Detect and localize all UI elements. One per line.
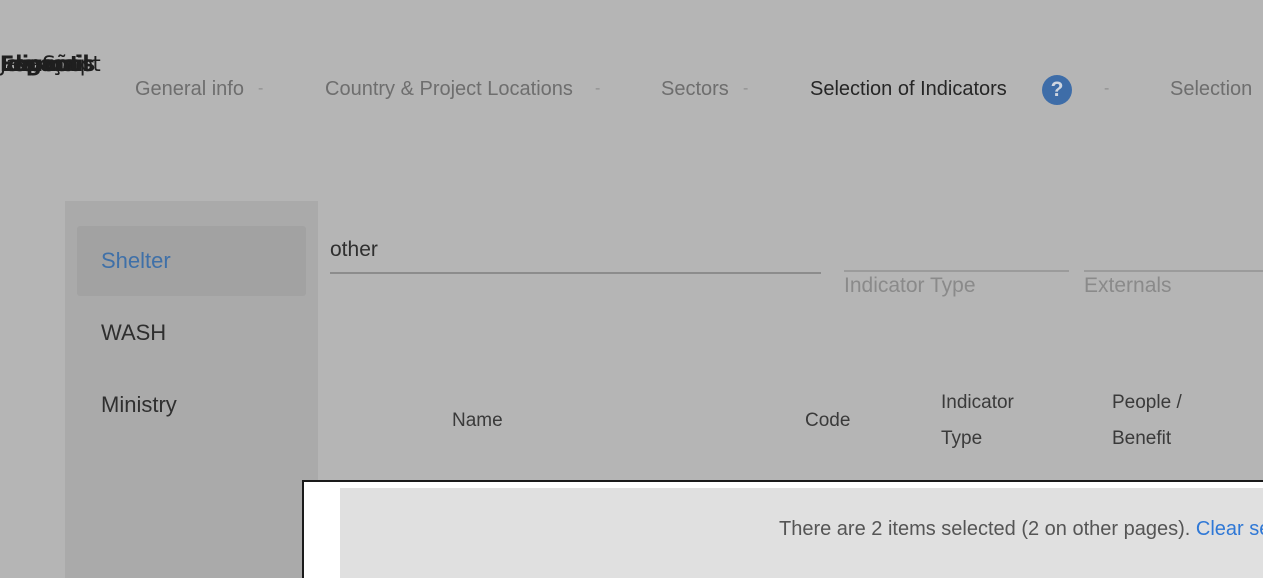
column-header-indicator-type[interactable]: Indicator (941, 385, 1014, 421)
help-icon[interactable]: ? (1042, 75, 1072, 105)
step-selection-of-indicators[interactable]: Selection of Indicators (810, 74, 1007, 104)
sidebar-item-ministry[interactable]: Ministry (77, 370, 306, 440)
selection-count-text: There are 2 items selected (2 on other p… (779, 518, 1191, 540)
indicator-type-select[interactable]: Indicator Type (844, 270, 1069, 304)
column-header-indicator-type[interactable]: Type (941, 421, 982, 457)
selection-notice-bar: There are 2 items selected (2 on other p… (302, 480, 1263, 578)
column-header-code[interactable]: Code (805, 403, 850, 439)
column-header-name[interactable]: Name (452, 403, 503, 439)
header-label[interactable]: Logout (0, 52, 80, 76)
step-separator: - (743, 80, 749, 97)
sidebar-item-shelter[interactable]: Shelter (77, 226, 306, 296)
search-input[interactable]: other (330, 232, 821, 274)
column-header-people-benefit[interactable]: Benefit (1112, 421, 1171, 457)
sector-sidebar: Shelter WASH Ministry (65, 201, 318, 578)
step-country-project-locations[interactable]: Country & Project Locations (325, 74, 573, 104)
selection-notice: There are 2 items selected (2 on other p… (779, 518, 1263, 541)
wizard-stepper: General info - Country & Project Locatio… (0, 74, 1263, 104)
step-selection[interactable]: Selection (1170, 74, 1252, 104)
clear-selection-link[interactable]: Clear selection (1196, 518, 1263, 540)
externals-select[interactable]: Externals (1084, 270, 1263, 304)
column-header-people-benefit[interactable]: People / (1112, 385, 1182, 421)
step-separator: - (258, 80, 264, 97)
step-separator: - (595, 80, 601, 97)
step-separator: - (1104, 80, 1110, 97)
step-general-info[interactable]: General info (135, 74, 244, 104)
selection-notice-panel: There are 2 items selected (2 on other p… (340, 488, 1263, 578)
step-sectors[interactable]: Sectors (661, 74, 729, 104)
sidebar-item-wash[interactable]: WASH (77, 298, 306, 368)
indicator-selection-page: JavaScript Idioma Español Français Logou… (0, 0, 1263, 578)
